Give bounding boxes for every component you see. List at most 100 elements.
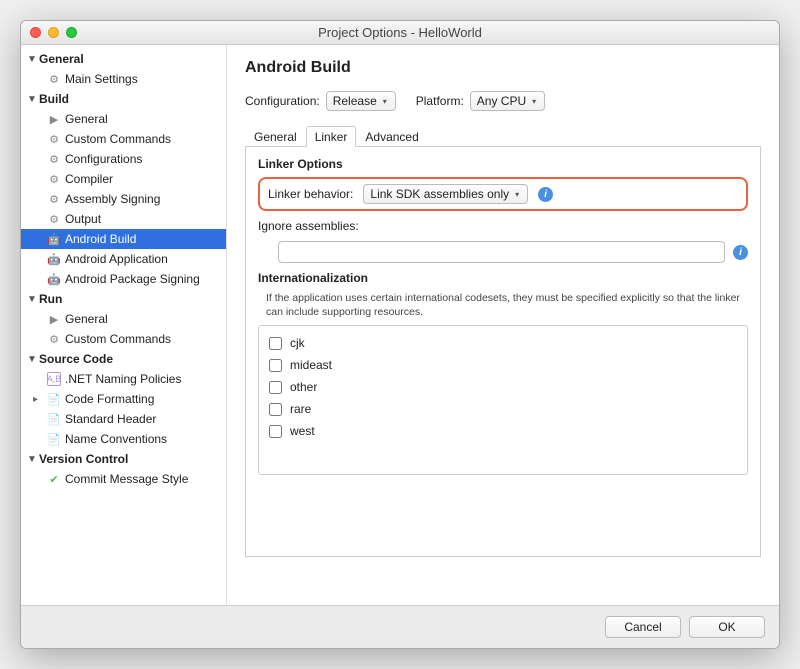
file-icon: 📄 (47, 412, 61, 426)
info-icon[interactable]: i (733, 245, 748, 260)
disclosure-icon: ▼ (27, 454, 37, 465)
chevron-down-icon: ▾ (530, 96, 538, 107)
gear-icon: ⚙ (47, 212, 61, 226)
sidebar-item-label: Standard Header (65, 412, 156, 426)
linker-behavior-label: Linker behavior: (268, 187, 353, 201)
sidebar-item-general[interactable]: ▶General (21, 109, 226, 129)
droid-icon: 🤖 (47, 252, 61, 266)
sidebar-item-main-settings[interactable]: ⚙Main Settings (21, 69, 226, 89)
config-row: Configuration: Release ▾ Platform: Any C… (245, 91, 761, 111)
sidebar-item-assembly-signing[interactable]: ⚙Assembly Signing (21, 189, 226, 209)
sidebar-item-compiler[interactable]: ⚙ Compiler (21, 169, 226, 189)
sidebar-item-commit-message-style[interactable]: ✔Commit Message Style (21, 469, 226, 489)
platform-label: Platform: (416, 94, 464, 108)
configuration-value: Release (333, 94, 377, 108)
i18n-option-label: west (290, 424, 315, 438)
i18n-option-mideast[interactable]: mideast (265, 354, 741, 376)
tab-linker[interactable]: Linker (306, 126, 357, 147)
disclosure-icon: ▼ (27, 354, 37, 365)
sidebar-item-general[interactable]: ▶General (21, 309, 226, 329)
sidebar-item-label: Commit Message Style (65, 472, 188, 486)
sidebar-item-label: Name Conventions (65, 432, 167, 446)
droid-icon: 🤖 (47, 272, 61, 286)
sidebar-item-label: Custom Commands (65, 332, 171, 346)
droid-icon: 🤖 (47, 232, 61, 246)
sidebar-item-label: Configurations (65, 152, 142, 166)
gear-icon: ⚙ (47, 172, 61, 186)
sidebar-item-label: Custom Commands (65, 132, 171, 146)
chevron-down-icon: ▾ (381, 96, 389, 107)
disclosure-icon: ▼ (27, 54, 37, 65)
gear-icon: ⚙ (47, 152, 61, 166)
minimize-icon[interactable] (48, 27, 59, 38)
sidebar-item-custom-commands[interactable]: ⚙ Custom Commands (21, 329, 226, 349)
sidebar-item-standard-header[interactable]: 📄 Standard Header (21, 409, 226, 429)
checkbox-cjk[interactable] (269, 337, 282, 350)
checkbox-rare[interactable] (269, 403, 282, 416)
gear-icon: ⚙ (47, 332, 61, 346)
i18n-option-cjk[interactable]: cjk (265, 332, 741, 354)
sidebar-item-android-build[interactable]: 🤖 Android Build (21, 229, 226, 249)
sidebar-item-label: Code Formatting (65, 392, 154, 406)
checkbox-mideast[interactable] (269, 359, 282, 372)
sidebar: ▼General⚙Main Settings▼Build▶General⚙Cus… (21, 45, 227, 605)
sidebar-item-label: .NET Naming Policies (65, 372, 181, 386)
sidebar-item-label: Android Application (65, 252, 168, 266)
i18n-option-label: other (290, 380, 317, 394)
page-title: Android Build (245, 59, 761, 77)
platform-value: Any CPU (477, 94, 526, 108)
traffic-lights (21, 27, 77, 38)
sidebar-section-label: Build (39, 92, 69, 106)
linker-behavior-select[interactable]: Link SDK assemblies only ▾ (363, 184, 528, 204)
sidebar-item-name-conventions[interactable]: 📄 Name Conventions (21, 429, 226, 449)
checkbox-west[interactable] (269, 425, 282, 438)
ignore-assemblies-input-row: i (258, 241, 748, 263)
internationalization-label: Internationalization (258, 271, 748, 285)
sidebar-item-code-formatting[interactable]: ▸📄Code Formatting (21, 389, 226, 409)
sidebar-section-header[interactable]: ▼Version Control (21, 449, 226, 469)
tab-advanced[interactable]: Advanced (356, 126, 427, 147)
configuration-label: Configuration: (245, 94, 320, 108)
tab-general[interactable]: General (245, 126, 306, 147)
info-icon[interactable]: i (538, 187, 553, 202)
disclosure-icon: ▼ (27, 294, 37, 305)
sidebar-item-output[interactable]: ⚙ Output (21, 209, 226, 229)
sidebar-section-header[interactable]: ▼Run (21, 289, 226, 309)
sidebar-section-label: Run (39, 292, 62, 306)
sidebar-item-custom-commands[interactable]: ⚙Custom Commands (21, 129, 226, 149)
platform-select[interactable]: Any CPU ▾ (470, 91, 545, 111)
sidebar-section-label: Version Control (39, 452, 128, 466)
file-icon: 📄 (47, 432, 61, 446)
checkbox-other[interactable] (269, 381, 282, 394)
footer: Cancel OK (21, 605, 779, 648)
sidebar-item-android-package-signing[interactable]: 🤖Android Package Signing (21, 269, 226, 289)
sidebar-item-android-application[interactable]: 🤖 Android Application (21, 249, 226, 269)
sidebar-item-label: Output (65, 212, 101, 226)
ignore-assemblies-input[interactable] (278, 241, 725, 263)
i18n-option-other[interactable]: other (265, 376, 741, 398)
configuration-select[interactable]: Release ▾ (326, 91, 396, 111)
internationalization-help: If the application uses certain internat… (266, 291, 748, 319)
i18n-option-rare[interactable]: rare (265, 398, 741, 420)
linker-behavior-callout: Linker behavior: Link SDK assemblies onl… (258, 177, 748, 211)
ok-button[interactable]: OK (689, 616, 765, 638)
close-icon[interactable] (30, 27, 41, 38)
chevron-down-icon: ▾ (513, 189, 521, 200)
zoom-icon[interactable] (66, 27, 77, 38)
sidebar-section-header[interactable]: ▼Source Code (21, 349, 226, 369)
play-icon: ▶ (47, 312, 61, 326)
gear-icon: ⚙ (47, 72, 61, 86)
i18n-option-label: rare (290, 402, 311, 416)
sidebar-section-label: General (39, 52, 84, 66)
project-options-window: Project Options - HelloWorld ▼General⚙Ma… (20, 20, 780, 649)
sidebar-item--net-naming-policies[interactable]: A,B.NET Naming Policies (21, 369, 226, 389)
sidebar-item-label: Android Build (65, 232, 136, 246)
sidebar-item-configurations[interactable]: ⚙ Configurations (21, 149, 226, 169)
cancel-button[interactable]: Cancel (605, 616, 681, 638)
sidebar-section-header[interactable]: ▼Build (21, 89, 226, 109)
sidebar-section-header[interactable]: ▼General (21, 49, 226, 69)
sidebar-item-label: Compiler (65, 172, 113, 186)
i18n-option-west[interactable]: west (265, 420, 741, 442)
disclosure-icon: ▸ (33, 394, 43, 405)
linker-options-label: Linker Options (258, 157, 748, 171)
